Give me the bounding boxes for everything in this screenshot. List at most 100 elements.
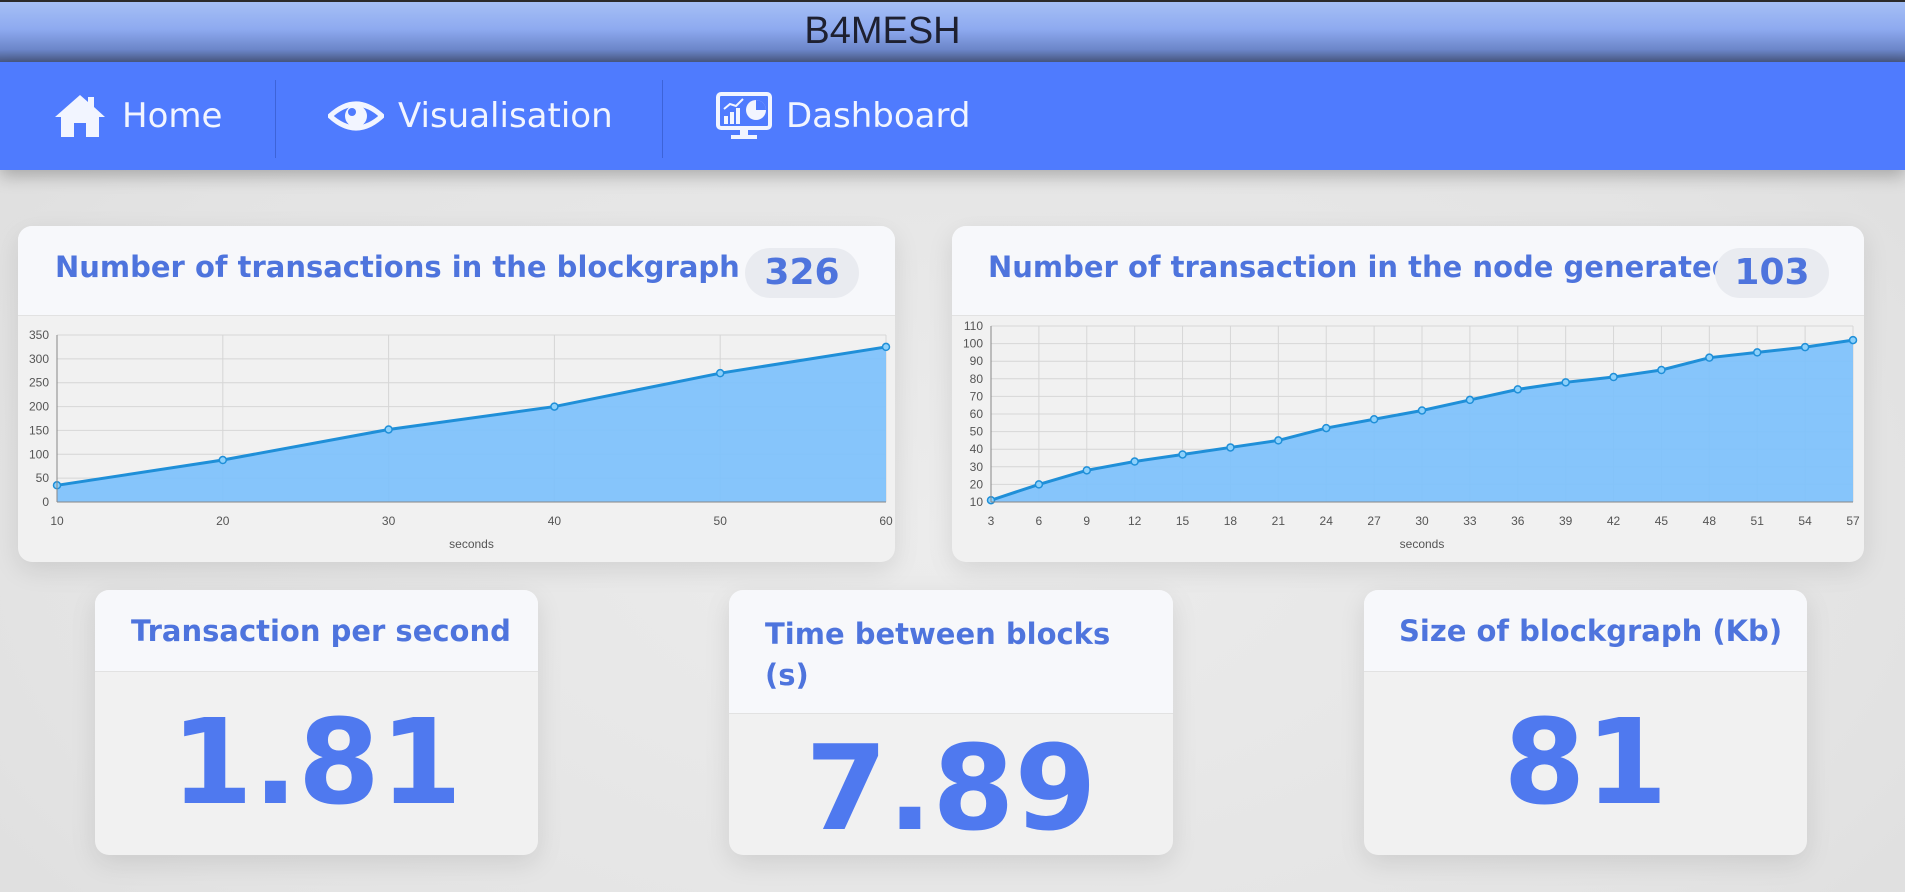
x-tick-label: 3: [988, 514, 995, 528]
data-point: [881, 342, 891, 352]
x-tick-label: 39: [1559, 514, 1573, 528]
x-tick-label: 15: [1176, 514, 1190, 528]
main-navbar: Home Visualisation Dashboard: [0, 62, 1905, 170]
time-between-blocks-card: Time between blocks (s) 7.89: [729, 590, 1173, 855]
data-point: [1657, 365, 1666, 375]
data-point: [1034, 480, 1044, 489]
y-tick-label: 70: [970, 389, 984, 403]
x-tick-label: 21: [1272, 514, 1286, 528]
data-point: [550, 402, 559, 411]
nav-visualisation-label: Visualisation: [398, 96, 613, 136]
card-title: Number of transactions in the blockgraph: [55, 250, 740, 284]
x-tick-label: 12: [1128, 514, 1142, 528]
x-tick-label: 60: [879, 514, 893, 528]
y-tick-label: 350: [29, 328, 49, 342]
y-tick-label: 50: [970, 425, 984, 439]
nav-visualisation[interactable]: Visualisation: [328, 62, 613, 170]
y-tick-label: 40: [970, 442, 984, 456]
data-point: [384, 425, 393, 434]
data-point: [1226, 443, 1235, 452]
x-tick-label: 51: [1751, 514, 1765, 528]
x-tick-label: 50: [714, 514, 728, 528]
transactions-per-second-card: Transaction per second 1.81: [95, 590, 538, 855]
y-tick-label: 250: [29, 376, 49, 390]
nav-dashboard-label: Dashboard: [786, 96, 971, 136]
node-transactions-chart: 1020304050607080901001103 6 9 12 15 18 21 24 27 3…: [963, 319, 1860, 551]
nav-home[interactable]: Home: [52, 62, 222, 170]
x-tick-label: 18: [1224, 514, 1238, 528]
data-point: [1800, 342, 1810, 352]
data-point: [1609, 372, 1618, 382]
x-tick-label: 48: [1703, 514, 1717, 528]
data-point: [1513, 385, 1523, 394]
blockgraph-size-value: 81: [1503, 693, 1668, 831]
nav-home-label: Home: [122, 96, 223, 136]
app-title-bar: B4MESH: [0, 0, 1905, 62]
card-header: Number of transaction in the node genera…: [952, 226, 1864, 316]
y-tick-label: 100: [963, 337, 983, 351]
y-tick-label: 200: [29, 400, 49, 414]
blockgraph-transactions-chart: 0 50 100 150 200 250 300 350 10 20 30 40 50 60 seconds: [29, 328, 893, 551]
x-tick-label: 42: [1607, 514, 1621, 528]
card-title: Transaction per second: [131, 614, 511, 648]
data-point: [715, 368, 725, 378]
x-tick-label: 45: [1655, 514, 1669, 528]
data-point: [1465, 395, 1475, 405]
x-tick-label: 33: [1463, 514, 1477, 528]
card-title: Time between blocks (s): [765, 617, 1111, 692]
y-tick-label: 60: [970, 407, 984, 421]
card-title: Number of transaction in the node genera…: [988, 250, 1733, 284]
blockgraph-size-card: Size of blockgraph (Kb) 81: [1364, 590, 1807, 855]
x-tick-label: 6: [1036, 514, 1043, 528]
x-tick-label: 24: [1320, 514, 1334, 528]
y-tick-label: 20: [970, 477, 984, 491]
data-point: [218, 455, 228, 465]
data-point: [1130, 457, 1139, 466]
data-point: [1178, 450, 1187, 459]
x-tick-label: 57: [1846, 514, 1860, 528]
x-tick-label: 20: [216, 514, 230, 528]
data-point: [1417, 406, 1427, 415]
y-tick-label: 300: [29, 352, 49, 366]
y-tick-label: 30: [970, 460, 984, 474]
y-tick-label: 0: [42, 495, 49, 509]
x-tick-label: 10: [50, 514, 64, 528]
y-tick-label: 100: [29, 447, 49, 461]
node-transactions-card: Number of transaction in the node genera…: [952, 226, 1864, 562]
x-tick-label: 30: [1415, 514, 1429, 528]
transaction-count-badge: 103: [1715, 248, 1829, 298]
data-point: [1274, 436, 1283, 445]
transaction-count-badge: 326: [745, 248, 859, 298]
app-title: B4MESH: [804, 10, 961, 52]
card-header: Number of transactions in the blockgraph…: [18, 226, 895, 316]
card-title: Size of blockgraph (Kb): [1399, 614, 1783, 648]
y-tick-label: 110: [964, 319, 983, 333]
x-tick-label: 30: [382, 514, 396, 528]
nav-dashboard[interactable]: Dashboard: [716, 62, 970, 170]
data-point: [1082, 466, 1092, 475]
data-point: [1752, 348, 1762, 357]
eye-icon: [328, 92, 384, 140]
data-point: [1705, 353, 1714, 362]
blockgraph-transactions-card: Number of transactions in the blockgraph…: [18, 226, 895, 562]
y-tick-label: 90: [970, 354, 984, 368]
y-tick-label: 150: [29, 423, 49, 437]
transactions-per-second-value: 1.81: [170, 693, 463, 831]
card-header: Size of blockgraph (Kb): [1364, 590, 1807, 672]
x-tick-label: 54: [1798, 514, 1812, 528]
nav-divider: [275, 80, 276, 158]
time-between-blocks-value: 7.89: [805, 719, 1097, 855]
x-axis-label: seconds: [1400, 537, 1445, 551]
y-tick-label: 50: [36, 471, 50, 485]
data-point: [1321, 423, 1331, 433]
home-icon: [52, 92, 108, 140]
data-point: [1369, 415, 1379, 424]
x-tick-label: 27: [1367, 514, 1381, 528]
dashboard-icon: [716, 92, 772, 140]
x-tick-label: 40: [548, 514, 562, 528]
data-point: [1848, 335, 1858, 345]
card-header: Time between blocks (s): [729, 590, 1173, 714]
card-header: Transaction per second: [95, 590, 538, 672]
x-axis-label: seconds: [449, 537, 494, 551]
series-area: [57, 346, 886, 502]
